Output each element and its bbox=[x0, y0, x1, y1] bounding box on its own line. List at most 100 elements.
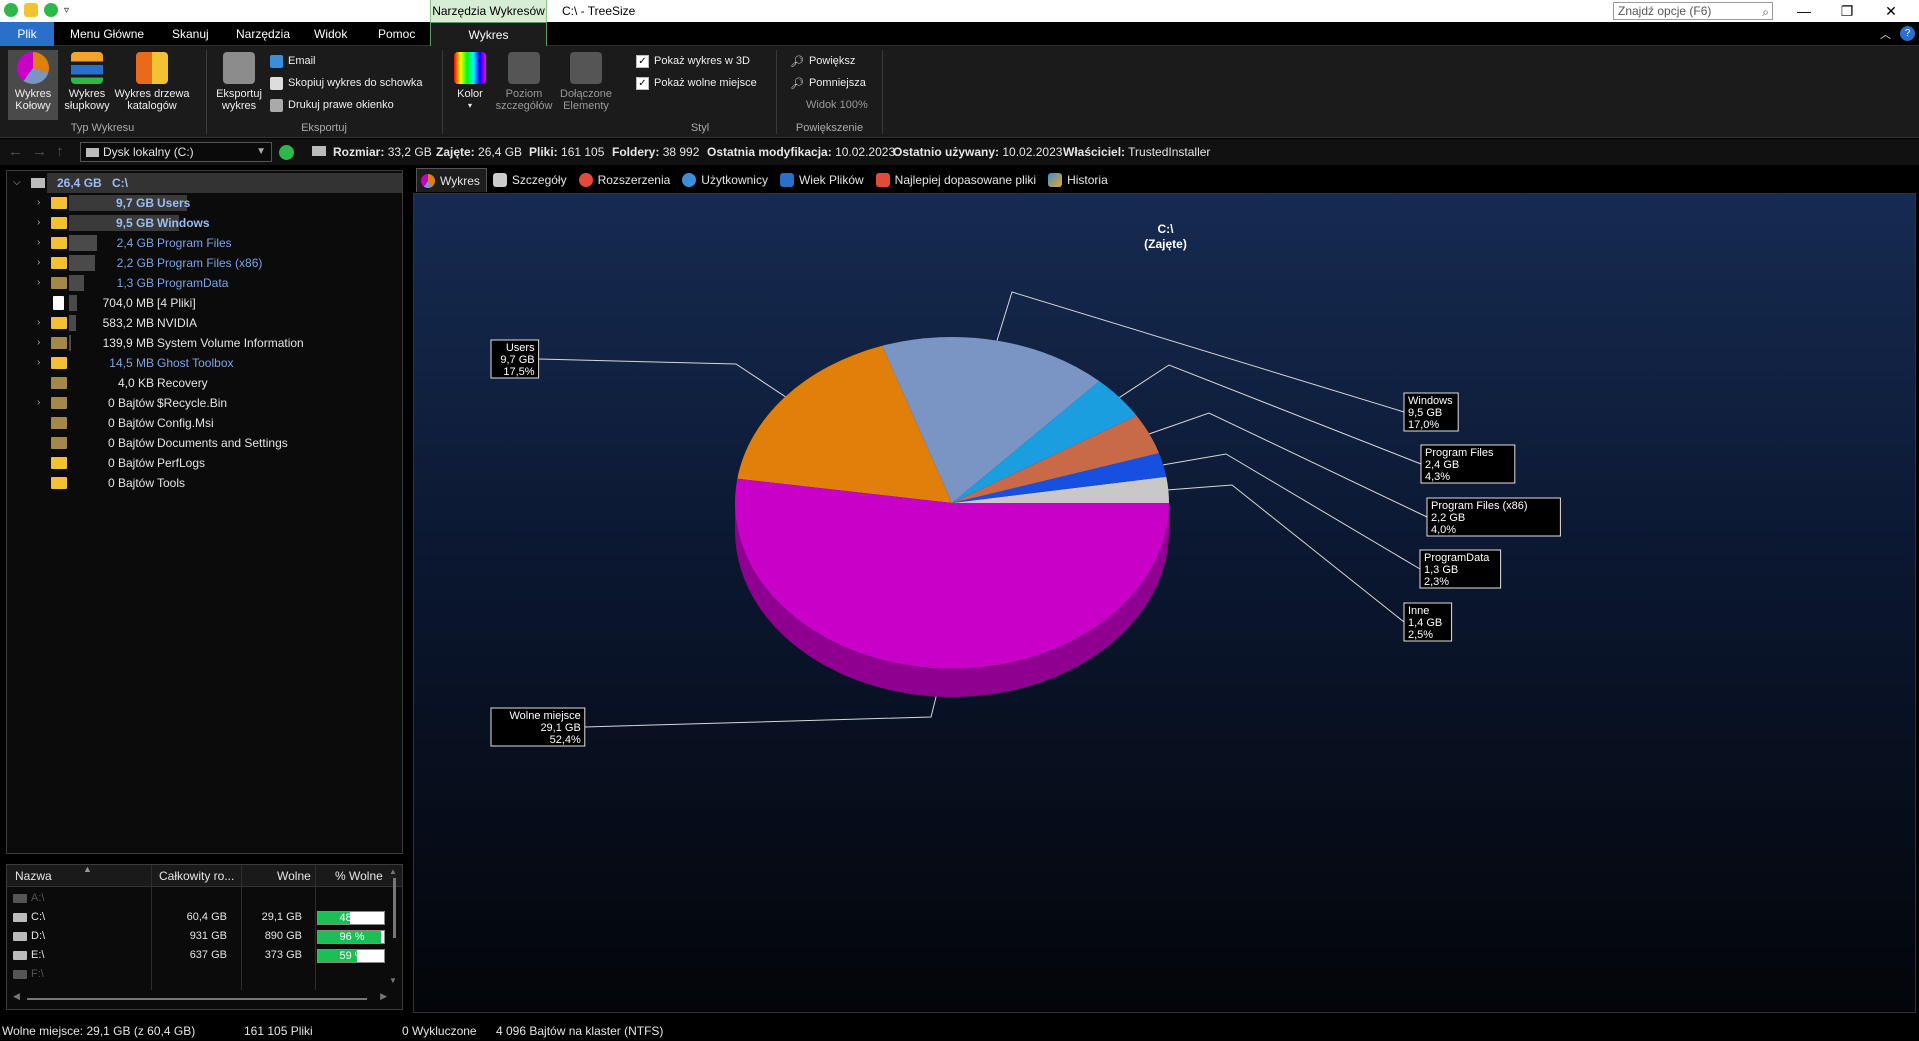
scroll-left-icon[interactable]: ◀ bbox=[13, 991, 20, 1002]
tree-row[interactable]: › 2,4 GB Program Files bbox=[7, 233, 402, 253]
chevron-down-icon[interactable]: ⌵ bbox=[13, 173, 21, 193]
search-options-input[interactable]: Znajdź opcje (F6) ⌕ bbox=[1613, 2, 1773, 20]
email-button[interactable]: Email bbox=[270, 52, 316, 70]
tree-row[interactable]: › 583,2 MB NVIDIA bbox=[7, 313, 402, 333]
tree-row[interactable]: › 9,7 GB Users bbox=[7, 193, 402, 213]
folder-icon bbox=[51, 457, 67, 469]
column-total[interactable]: Całkowity ro... bbox=[159, 869, 234, 883]
detail-level-button[interactable]: Poziom szczegółów bbox=[493, 52, 555, 112]
collapse-ribbon-icon[interactable]: ︿ bbox=[1880, 26, 1891, 42]
data-label-value: 9,7 GB bbox=[500, 354, 534, 366]
chevron-right-icon[interactable]: › bbox=[37, 353, 40, 373]
drive-name: F:\ bbox=[31, 968, 44, 980]
tree-row[interactable]: 4,0 KB Recovery bbox=[7, 373, 402, 393]
drive-row[interactable]: F:\ bbox=[7, 965, 387, 984]
close-button[interactable]: ✕ bbox=[1870, 0, 1912, 22]
tab-file[interactable]: Plik bbox=[0, 22, 54, 46]
email-label: Email bbox=[288, 55, 316, 67]
attached-elements-button[interactable]: Dołączone Elementy bbox=[555, 52, 617, 112]
scan-go-icon[interactable] bbox=[279, 145, 294, 160]
drive-row[interactable]: C:\ 60,4 GB 29,1 GB 48 % bbox=[7, 908, 387, 927]
tree-row[interactable]: › 139,9 MB System Volume Information bbox=[7, 333, 402, 353]
help-icon[interactable]: ? bbox=[1900, 26, 1915, 41]
tree-row[interactable]: 0 Bajtów Tools bbox=[7, 473, 402, 493]
tab-help[interactable]: Pomoc bbox=[370, 22, 423, 46]
chevron-right-icon[interactable]: › bbox=[37, 313, 40, 333]
copy-chart-button[interactable]: Skopiuj wykres do schowka bbox=[270, 74, 423, 92]
zoom-in-button[interactable]: 🔎︎ Powiększ bbox=[790, 52, 855, 70]
chevron-right-icon[interactable]: › bbox=[37, 273, 40, 293]
leader-line bbox=[538, 358, 786, 398]
tab-top-files[interactable]: Najlepiej dopasowane pliki bbox=[872, 168, 1042, 192]
tab-chart[interactable]: Wykres bbox=[430, 22, 547, 46]
folder-icon bbox=[51, 257, 67, 269]
horizontal-scrollbar[interactable]: ◀ ▶ bbox=[13, 991, 387, 1005]
tab-details[interactable]: Szczegóły bbox=[489, 168, 573, 192]
tab-users[interactable]: Użytkownicy bbox=[678, 168, 774, 192]
column-free-pct[interactable]: % Wolne bbox=[335, 869, 383, 883]
up-arrow-icon[interactable]: ↑ bbox=[56, 143, 64, 160]
chevron-right-icon[interactable]: › bbox=[37, 193, 40, 213]
scroll-right-icon[interactable]: ▶ bbox=[380, 991, 387, 1002]
forward-arrow-icon[interactable]: → bbox=[32, 143, 47, 160]
scroll-down-icon[interactable]: ▼ bbox=[389, 976, 397, 985]
print-button[interactable]: Drukuj prawe okienko bbox=[270, 96, 394, 114]
refresh-icon[interactable] bbox=[44, 3, 58, 17]
chevron-right-icon[interactable]: › bbox=[37, 213, 40, 233]
tab-view[interactable]: Widok bbox=[306, 22, 355, 46]
tree-item-size: 9,5 GB bbox=[115, 216, 154, 230]
chevron-right-icon[interactable]: › bbox=[37, 253, 40, 273]
scroll-up-icon[interactable]: ▲ bbox=[389, 867, 399, 876]
minimize-button[interactable]: — bbox=[1783, 0, 1825, 22]
tab-chart-view[interactable]: Wykres bbox=[416, 168, 487, 192]
show-3d-checkbox[interactable]: ✓ Pokaż wykres w 3D bbox=[636, 52, 750, 70]
drive-row[interactable]: E:\ 637 GB 373 GB 59 % bbox=[7, 946, 387, 965]
tab-home[interactable]: Menu Główne bbox=[62, 22, 152, 46]
chevron-right-icon[interactable]: › bbox=[37, 393, 40, 413]
color-button[interactable]: Kolor ▾ bbox=[449, 52, 491, 112]
tree-row[interactable]: › 0 Bajtów $Recycle.Bin bbox=[7, 393, 402, 413]
tree-row-root[interactable]: ⌵ 26,4 GB C:\ bbox=[7, 173, 402, 193]
tab-scan[interactable]: Skanuj bbox=[164, 22, 217, 46]
save-icon bbox=[223, 52, 255, 84]
tree-item-size: 1,3 GB bbox=[116, 276, 154, 290]
tab-file-age[interactable]: Wiek Plików bbox=[776, 168, 870, 192]
tree-row[interactable]: › 14,5 MB Ghost Toolbox bbox=[7, 353, 402, 373]
export-chart-button[interactable]: Eksportuj wykres bbox=[212, 52, 266, 112]
chevron-right-icon[interactable]: › bbox=[37, 233, 40, 253]
zoom-out-button[interactable]: 🔎︎ Pomniejsza bbox=[790, 74, 866, 92]
tree-row[interactable]: 0 Bajtów Documents and Settings bbox=[7, 433, 402, 453]
drive-row[interactable]: A:\ bbox=[7, 889, 387, 908]
data-label-pct: 2,3% bbox=[1424, 576, 1449, 588]
chevron-right-icon[interactable]: › bbox=[37, 333, 40, 353]
size-bar bbox=[69, 335, 71, 351]
pie-chart[interactable]: Inne1,4 GB2,5% ProgramData1,3 GB2,3% Progr… bbox=[414, 194, 1916, 1013]
vertical-scrollbar[interactable]: ▲ ▼ bbox=[389, 867, 399, 985]
tree-row[interactable]: › 2,2 GB Program Files (x86) bbox=[7, 253, 402, 273]
tab-extensions[interactable]: Rozszerzenia bbox=[575, 168, 677, 192]
tree-item-name: $Recycle.Bin bbox=[157, 396, 228, 410]
tree-item-name: Tools bbox=[157, 476, 186, 490]
back-arrow-icon[interactable]: ← bbox=[8, 143, 23, 160]
tree-row[interactable]: › 1,3 GB ProgramData bbox=[7, 273, 402, 293]
tree-row[interactable]: 0 Bajtów Config.Msi bbox=[7, 413, 402, 433]
pie-chart-button[interactable]: Wykres Kołowy bbox=[8, 50, 58, 120]
customize-toolbar-icon[interactable]: ▿ bbox=[64, 5, 69, 16]
scrollbar-thumb[interactable] bbox=[27, 998, 367, 1000]
open-folder-icon[interactable] bbox=[24, 3, 38, 17]
pie-chart-label: Wykres Kołowy bbox=[14, 88, 52, 112]
drive-select[interactable]: Dysk lokalny (C:) ▼ bbox=[80, 142, 272, 162]
tab-tools[interactable]: Narzędzia bbox=[228, 22, 298, 46]
tree-row[interactable]: 0 Bajtów PerfLogs bbox=[7, 453, 402, 473]
column-name[interactable]: Nazwa bbox=[15, 869, 52, 883]
tree-map-button[interactable]: Wykres drzewa katalogów bbox=[113, 52, 191, 112]
bar-chart-button[interactable]: Wykres słupkowy bbox=[62, 52, 112, 112]
tree-row[interactable]: › 9,5 GB Windows bbox=[7, 213, 402, 233]
show-free-space-checkbox[interactable]: ✓ Pokaż wolne miejsce bbox=[636, 74, 757, 92]
drive-row[interactable]: D:\ 931 GB 890 GB 96 % bbox=[7, 927, 387, 946]
tab-history[interactable]: Historia bbox=[1044, 168, 1114, 192]
tree-row[interactable]: 704,0 MB [4 Pliki] bbox=[7, 293, 402, 313]
column-free[interactable]: Wolne bbox=[277, 869, 311, 883]
scrollbar-thumb[interactable] bbox=[392, 878, 396, 938]
maximize-button[interactable]: ❐ bbox=[1826, 0, 1868, 22]
